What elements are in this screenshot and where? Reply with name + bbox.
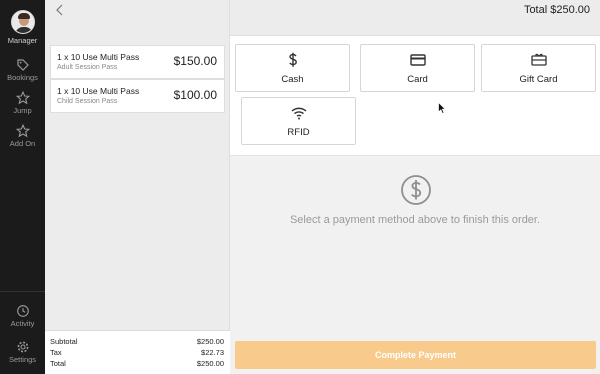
cart-toolbar <box>45 0 230 38</box>
empty-state-message: Select a payment method above to finish … <box>289 214 541 226</box>
credit-card-icon <box>361 51 474 69</box>
tax-row: Tax $22.73 <box>50 348 224 359</box>
user-profile[interactable]: Manager <box>0 10 45 45</box>
empty-state: Select a payment method above to finish … <box>230 157 600 334</box>
payment-method-cash[interactable]: Cash <box>235 44 350 92</box>
order-totals: Subtotal $250.00 Tax $22.73 Total $250.0… <box>45 330 230 374</box>
line-item-price: $100.00 <box>173 88 217 102</box>
cart-line-item[interactable]: 1 x 10 Use Multi Pass Adult Session Pass… <box>50 45 225 79</box>
nav-item-settings[interactable]: Settings <box>0 340 45 364</box>
line-item-name: 1 x 10 Use Multi Pass <box>57 86 140 96</box>
payment-method-card[interactable]: Card <box>360 44 475 92</box>
dollar-icon <box>236 51 349 69</box>
tax-value: $22.73 <box>201 348 224 357</box>
nav-item-activity[interactable]: Activity <box>0 304 45 328</box>
nav-item-label: Jump <box>13 106 32 115</box>
nav-item-jump[interactable]: Jump <box>0 90 45 115</box>
star-icon <box>15 90 30 105</box>
payment-method-label: RFID <box>287 127 310 138</box>
subtotal-value: $250.00 <box>196 337 224 346</box>
subtotal-label: Subtotal <box>50 337 78 346</box>
payment-method-label: Card <box>407 74 428 85</box>
payment-method-rfid[interactable]: RFID <box>241 97 356 145</box>
total-row: Total $250.00 <box>50 359 224 370</box>
subtotal-row: Subtotal $250.00 <box>50 337 224 348</box>
complete-payment-button[interactable]: Complete Payment <box>235 341 596 369</box>
clock-icon <box>16 304 30 318</box>
nav-item-bookings[interactable]: Bookings <box>0 58 45 82</box>
gift-card-icon <box>482 51 595 69</box>
chevron-left-icon <box>56 4 63 16</box>
cart-panel: 1 x 10 Use Multi Pass Adult Session Pass… <box>45 0 230 374</box>
line-item-price: $150.00 <box>173 54 217 68</box>
nav-item-label: Add On <box>9 139 36 148</box>
back-button[interactable] <box>53 3 67 17</box>
nav-item-add-on[interactable]: Add On <box>0 123 45 148</box>
avatar[interactable] <box>10 10 35 34</box>
payment-methods: Cash Card Gift Card RFID <box>230 36 600 156</box>
mouse-cursor-icon <box>438 102 446 114</box>
gear-icon <box>16 340 30 354</box>
line-item-subtitle: Adult Session Pass <box>57 64 118 71</box>
wifi-icon <box>242 104 355 122</box>
order-total: Total $250.00 <box>523 4 590 16</box>
nav-divider <box>0 291 45 292</box>
order-header: Total $250.00 <box>230 0 600 36</box>
nav-rail: Manager Bookings Jump Add On Activity Se… <box>0 0 45 374</box>
tax-label: Tax <box>50 348 62 357</box>
payment-panel: Total $250.00 Cash Card Gift Card RFID S… <box>230 0 600 374</box>
total-label: Total <box>50 359 66 368</box>
payment-method-label: Cash <box>281 74 304 85</box>
line-item-name: 1 x 10 Use Multi Pass <box>57 52 140 62</box>
payment-method-label: Gift Card <box>519 74 558 85</box>
tag-icon <box>16 58 30 72</box>
nav-item-label: Bookings <box>7 73 38 82</box>
dollar-circle-icon <box>401 175 431 205</box>
total-value: $250.00 <box>196 359 224 368</box>
nav-item-label: Activity <box>10 319 35 328</box>
cart-line-item[interactable]: 1 x 10 Use Multi Pass Child Session Pass… <box>50 79 225 113</box>
payment-method-gift-card[interactable]: Gift Card <box>481 44 596 92</box>
line-item-subtitle: Child Session Pass <box>57 98 118 105</box>
user-role-label: Manager <box>7 36 38 45</box>
star-outline-icon <box>15 123 30 138</box>
nav-item-label: Settings <box>8 355 37 364</box>
